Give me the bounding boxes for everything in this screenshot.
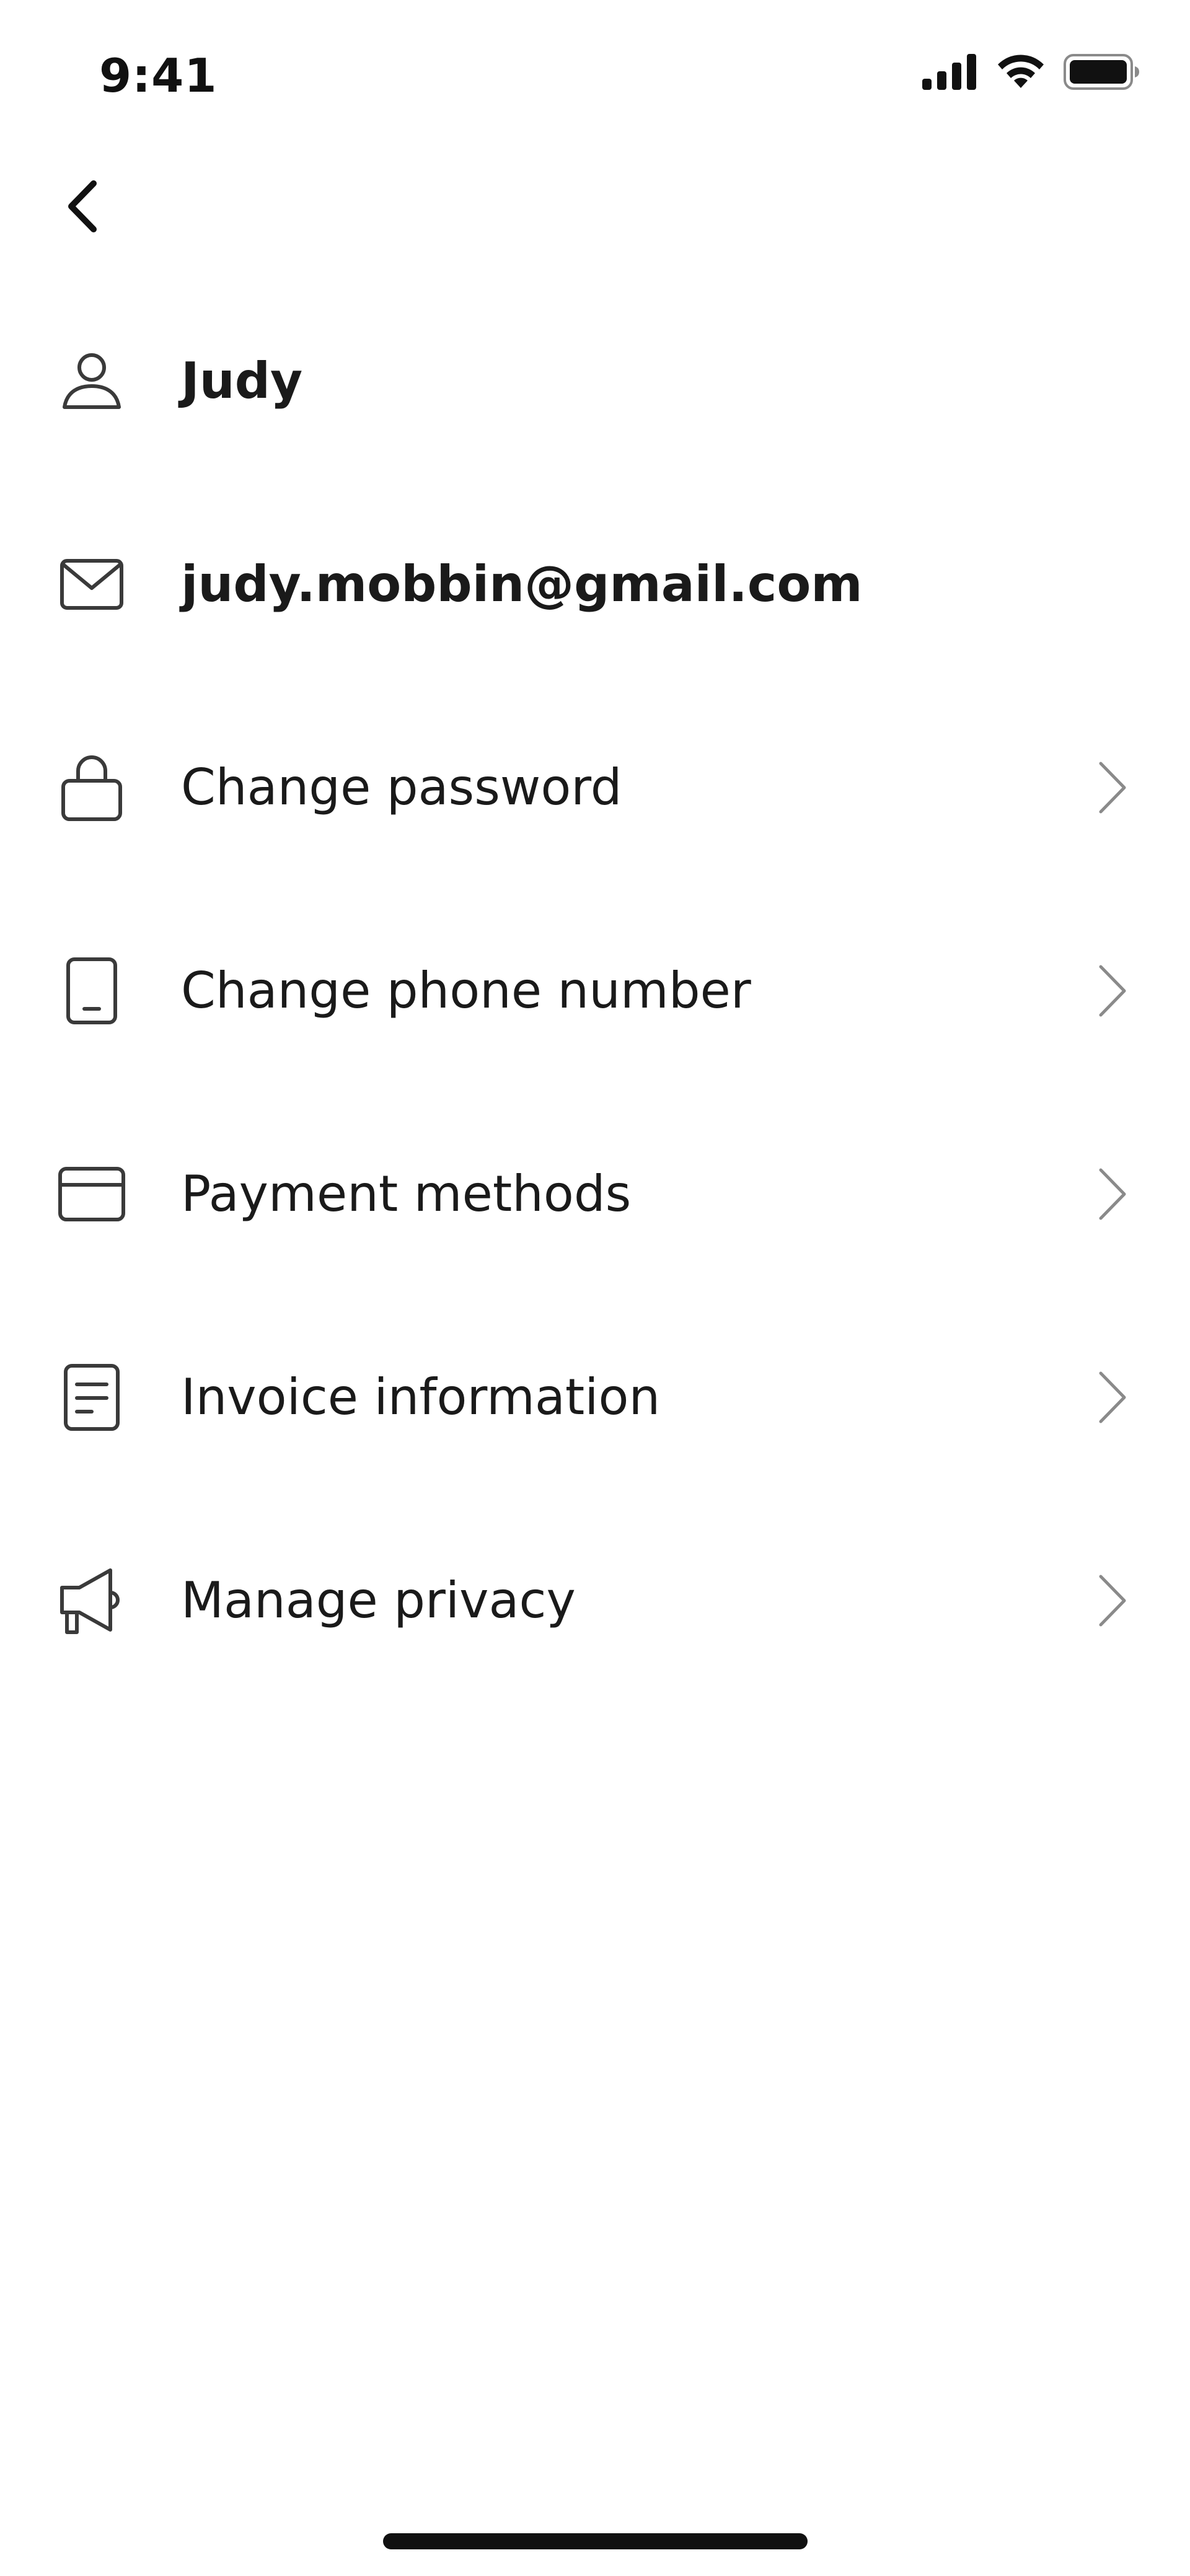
menu-item-label: Change phone number (181, 962, 751, 1019)
menu-item-invoice-information[interactable]: Invoice information (0, 1342, 1190, 1453)
menu-item-label: Payment methods (181, 1165, 632, 1223)
cellular-signal-icon (922, 54, 978, 92)
chevron-right-icon (1091, 1369, 1134, 1425)
menu-item-change-password[interactable]: Change password (0, 732, 1190, 843)
chevron-right-icon (1091, 1573, 1134, 1629)
menu-item-label: Change password (181, 758, 622, 816)
back-button[interactable] (55, 177, 110, 239)
megaphone-icon (55, 1568, 129, 1634)
menu-item-label: Invoice information (181, 1368, 661, 1426)
profile-email: judy.mobbin@gmail.com (181, 555, 863, 613)
profile-name: Judy (181, 352, 303, 410)
chevron-right-icon (1091, 963, 1134, 1019)
status-time: 9:41 (99, 48, 218, 103)
wifi-icon (995, 53, 1046, 93)
document-icon (55, 1364, 129, 1431)
credit-card-icon (55, 1163, 129, 1225)
battery-icon (1064, 54, 1140, 92)
menu-item-manage-privacy[interactable]: Manage privacy (0, 1545, 1190, 1656)
phone-icon (55, 957, 129, 1024)
home-indicator[interactable] (383, 2533, 808, 2549)
chevron-right-icon (1091, 1166, 1134, 1222)
profile-email-row: judy.mobbin@gmail.com (0, 529, 1190, 640)
person-icon (55, 350, 129, 412)
status-bar: 9:41 (0, 0, 1190, 130)
lock-icon (55, 755, 129, 821)
menu-item-change-phone-number[interactable]: Change phone number (0, 935, 1190, 1047)
chevron-left-icon (64, 178, 101, 237)
chevron-right-icon (1091, 760, 1134, 815)
menu-item-label: Manage privacy (181, 1572, 576, 1629)
envelope-icon (55, 553, 129, 615)
menu-item-payment-methods[interactable]: Payment methods (0, 1138, 1190, 1250)
profile-name-row: Judy (0, 325, 1190, 437)
status-icons (922, 53, 1140, 93)
